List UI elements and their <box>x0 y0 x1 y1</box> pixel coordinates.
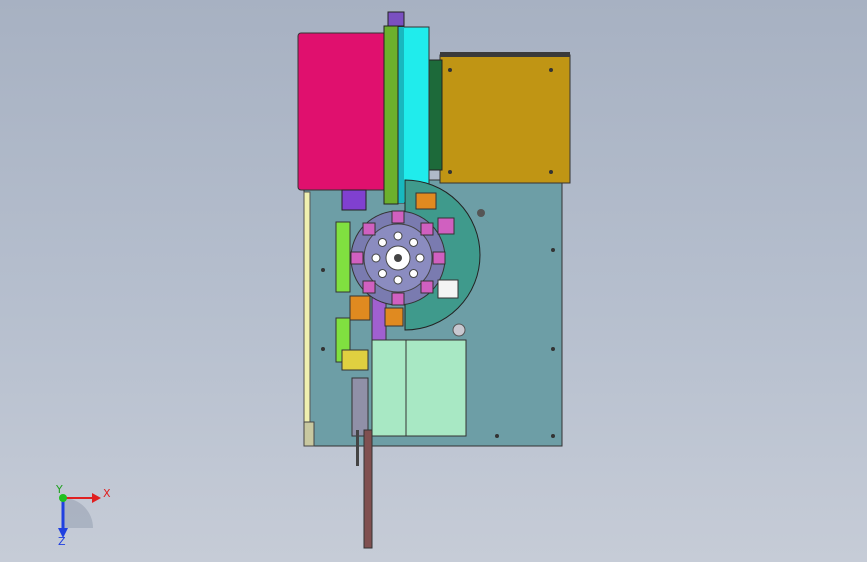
green-rail[interactable] <box>383 25 399 205</box>
dial-center <box>394 254 402 262</box>
orange-fixture-2 <box>384 307 404 327</box>
left-bracket <box>303 421 315 447</box>
yellow-clamp <box>341 349 369 371</box>
bolt-2 <box>549 68 553 72</box>
dial-station-3 <box>432 251 446 265</box>
y-axis-label: Y <box>55 483 63 496</box>
white-fixture <box>437 279 459 299</box>
bolt-4 <box>549 170 553 174</box>
bolt-3 <box>448 170 452 174</box>
dial-hole-2 <box>409 237 419 247</box>
plate-bolt-a <box>551 248 555 252</box>
yellow-strip <box>303 191 311 428</box>
plate-bolt-f <box>321 347 325 351</box>
disc-hole <box>452 323 466 337</box>
dial-hole-5 <box>393 275 403 285</box>
dial-hole-4 <box>409 269 419 279</box>
dial-station-2 <box>420 222 434 236</box>
dial-station-7 <box>350 251 364 265</box>
pink-fixture <box>437 217 455 235</box>
gold-block[interactable] <box>439 54 571 184</box>
dial-station-8 <box>362 222 376 236</box>
top-cap <box>387 11 405 27</box>
dial-station-1 <box>391 210 405 224</box>
axis-triad: X Y Z <box>55 483 111 548</box>
purple-drive <box>341 189 367 211</box>
triad-shadow <box>63 498 93 528</box>
brown-shaft <box>363 429 373 549</box>
machine-model[interactable] <box>297 11 571 549</box>
plate-bolt-e <box>321 268 325 272</box>
dial-hole-7 <box>371 253 381 263</box>
plate-bolt-b <box>551 347 555 351</box>
plate-hole <box>477 209 485 217</box>
green-side-plate <box>335 221 351 293</box>
plate-bolt-d <box>495 434 499 438</box>
mint-box[interactable] <box>371 339 467 437</box>
dial-station-4 <box>420 280 434 294</box>
dial-station-6 <box>362 280 376 294</box>
magenta-block[interactable] <box>297 32 387 191</box>
grey-shaft <box>351 377 369 437</box>
dial-station-5 <box>391 292 405 306</box>
thin-rod <box>356 430 359 466</box>
green-bracket <box>427 59 443 171</box>
plate-bolt-c <box>551 434 555 438</box>
z-axis-label: Z <box>58 535 66 548</box>
dial-hole-3 <box>415 253 425 263</box>
x-axis-arrow <box>92 493 101 503</box>
bolt-1 <box>448 68 452 72</box>
dial-hole-8 <box>377 237 387 247</box>
x-axis-label: X <box>103 487 111 500</box>
orange-fixture-1 <box>415 192 437 210</box>
dial-hole-6 <box>377 269 387 279</box>
gold-block-top-edge <box>440 52 570 57</box>
orange-block <box>349 295 371 321</box>
cad-viewport[interactable]: X Y Z <box>0 0 867 562</box>
dial-hole-1 <box>393 231 403 241</box>
